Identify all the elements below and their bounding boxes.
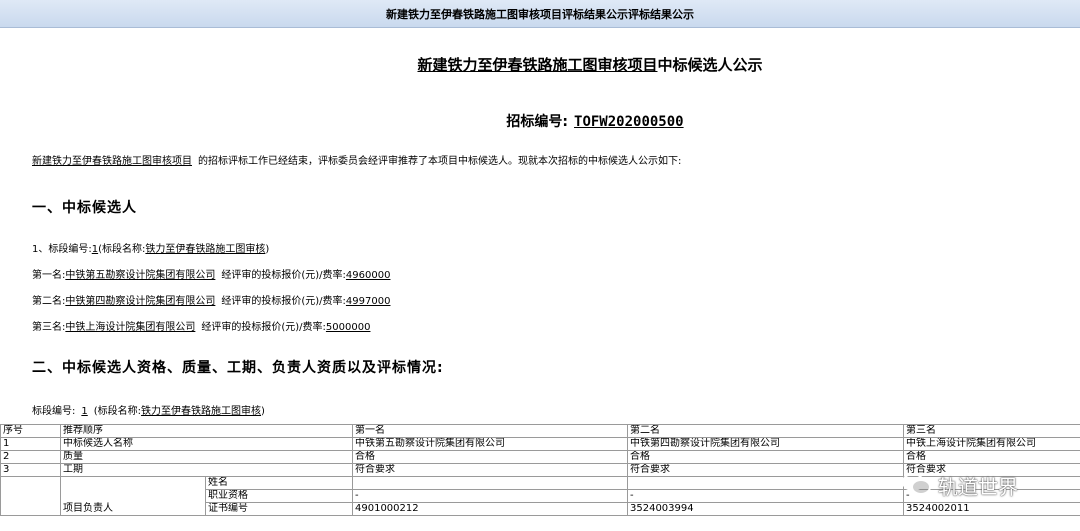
table-cell: 1 [0,437,61,451]
table-row: 2 质量 合格 合格 合格 [0,450,1080,464]
bid-code-value: TOFW202000500 [574,114,684,130]
table-cell: 职业资格 [205,489,353,503]
table-cell: 合格 [352,450,628,464]
bid-code: 招标编号: TOFW202000500 [0,111,1080,131]
intro-text: 的招标评标工作已经结束，评标委员会经评审推荐了本项目中标候选人。现就本次招标的中… [198,156,682,167]
notice-title: 新建铁力至伊春铁路施工图审核项目中标候选人公示 [0,54,1080,75]
table-cell: 工期 [60,463,353,477]
table-cell: - [627,489,904,503]
lot-number: 1 [81,406,88,417]
table-cell: 中铁第四勘察设计院集团有限公司 [627,437,904,451]
window-title: 新建铁力至伊春铁路施工图审核项目评标结果公示评标结果公示 [386,7,694,21]
lot-line: 1、标段编号:1(标段名称:铁力至伊春铁路施工图审核) [32,240,269,255]
window-title-bar: 新建铁力至伊春铁路施工图审核项目评标结果公示评标结果公示 [0,0,1080,28]
candidate-name: 中铁第五勘察设计院集团有限公司 [65,270,216,281]
bid-code-label: 招标编号: [506,114,569,130]
table-cell: 中铁上海设计院集团有限公司 [903,437,1080,451]
lot-name-suffix: ) [261,406,265,417]
table-header-cell: 推荐顺序 [60,424,353,438]
candidate-price: 4997000 [345,296,391,307]
table-header-cell: 序号 [0,424,61,438]
candidate-rank: 第二名: [32,296,66,307]
lot-prefix: 1、标段编号: [32,244,92,255]
candidate-line: 第三名:中铁上海设计院集团有限公司 经评审的投标报价(元)/费率:5000000 [32,318,370,333]
table-cell: 中标候选人名称 [60,437,353,451]
price-label: 经评审的投标报价(元)/费率: [201,322,326,333]
table-cell: 3524002011 [903,502,1080,516]
table-cell: 3 [0,463,61,477]
intro-paragraph: 新建铁力至伊春铁路施工图审核项目 的招标评标工作已经结束，评标委员会经评审推荐了本… [32,152,681,167]
table-cell: 2 [0,450,61,464]
candidate-rank: 第三名: [32,322,66,333]
table-header-cell: 第三名 [903,424,1080,438]
candidate-rank: 第一名: [32,270,66,281]
table-header-cell: 第二名 [627,424,904,438]
lot-label: 标段编号: [32,406,76,417]
table-cell: 3524003994 [627,502,904,516]
table-cell: 质量 [60,450,353,464]
lot-name: 铁力至伊春铁路施工图审核 [145,244,266,255]
intro-project: 新建铁力至伊春铁路施工图审核项目 [32,156,192,167]
table-cell: 证书编号 [205,502,353,516]
table-cell: 项目负责人 [60,476,206,516]
table-row: 1 中标候选人名称 中铁第五勘察设计院集团有限公司 中铁第四勘察设计院集团有限公… [0,437,1080,451]
lot-name-suffix: ) [265,244,270,255]
table-cell [627,476,904,490]
table-cell: 中铁第五勘察设计院集团有限公司 [352,437,628,451]
table-cell: 合格 [903,450,1080,464]
table-cell: 4901000212 [352,502,628,516]
candidate-name: 中铁上海设计院集团有限公司 [65,322,196,333]
section2-heading: 二、中标候选人资格、质量、工期、负责人资质以及评标情况: [32,360,444,376]
price-label: 经评审的投标报价(元)/费率: [221,296,346,307]
candidate-price: 4960000 [345,270,391,281]
title-project: 新建铁力至伊春铁路施工图审核项目 [417,56,658,74]
table-cell: 姓名 [205,476,353,490]
table-cell: - [352,489,628,503]
title-suffix: 中标候选人公示 [657,56,763,74]
candidate-name: 中铁第四勘察设计院集团有限公司 [65,296,216,307]
table-header-row: 序号 推荐顺序 第一名 第二名 第三名 [0,424,1080,438]
lot-name-prefix: (标段名称: [93,406,142,417]
candidate-price: 5000000 [325,322,371,333]
table-cell [0,476,61,516]
lot-name-prefix: (标段名称: [98,244,146,255]
price-label: 经评审的投标报价(元)/费率: [221,270,346,281]
table-cell [352,476,628,490]
table-cell: 合格 [627,450,904,464]
watermark-text: 轨道世界 [938,474,1018,499]
wechat-icon [902,472,932,498]
candidate-line: 第二名:中铁第四勘察设计院集团有限公司 经评审的投标报价(元)/费率:499700… [32,292,390,307]
table-cell: 符合要求 [627,463,904,477]
section1-heading: 一、中标候选人 [32,200,137,216]
section2-lot-line: 标段编号: 1 (标段名称:铁力至伊春铁路施工图审核) [32,402,265,417]
candidate-line: 第一名:中铁第五勘察设计院集团有限公司 经评审的投标报价(元)/费率:496000… [32,266,390,281]
lot-name: 铁力至伊春铁路施工图审核 [141,406,262,417]
table-cell: 符合要求 [352,463,628,477]
watermark: 轨道世界 [902,468,1018,502]
table-header-cell: 第一名 [352,424,628,438]
